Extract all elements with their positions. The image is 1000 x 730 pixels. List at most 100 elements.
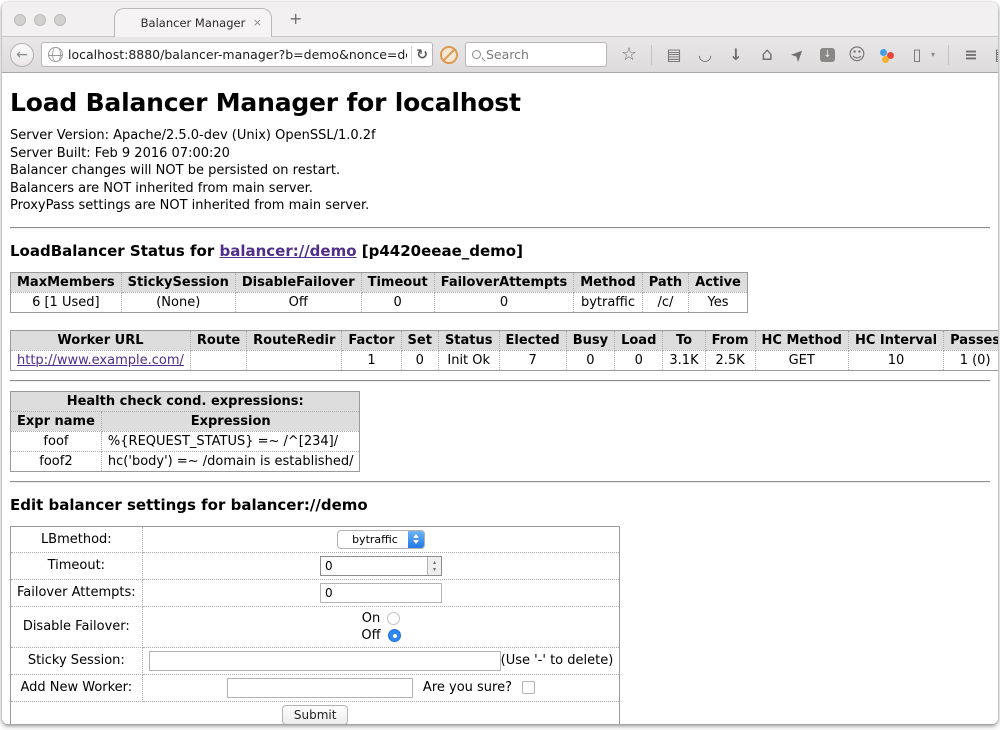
number-spinner-icon[interactable]: ▴▾ [427, 557, 441, 575]
submit-button[interactable]: Submit [282, 705, 349, 725]
cell-path: /c/ [642, 292, 688, 312]
cell-failoverattempts: 0 [434, 292, 574, 312]
navigation-toolbar: ← localhost:8880/balancer-manager?b=demo… [2, 37, 998, 73]
select-stepper-icon [408, 531, 424, 548]
tab-title: Balancer Manager [141, 16, 246, 30]
edit-balancer-heading: Edit balancer settings for balancer://de… [10, 496, 990, 514]
radio-on-label: On [362, 610, 380, 627]
cell-expression: %{REQUEST_STATUS} =~ /^[234]/ [101, 431, 360, 451]
separator [10, 380, 990, 382]
lbmethod-cell: bytraffic [142, 526, 620, 552]
col-header: Factor [342, 330, 401, 350]
back-button[interactable]: ← [10, 43, 34, 67]
timeout-input[interactable] [321, 557, 427, 575]
radio-off-label: Off [361, 627, 380, 644]
balancer-table-header-row: MaxMembers StickySession DisableFailover… [11, 272, 748, 292]
server-version: Server Version: Apache/2.5.0-dev (Unix) … [10, 127, 990, 145]
bookmark-star-icon[interactable]: ☆ [620, 47, 638, 63]
cell-active: Yes [689, 292, 748, 312]
page-content: Load Balancer Manager for localhost Serv… [2, 88, 998, 724]
close-window-button[interactable] [14, 14, 26, 26]
form-row-add-worker: Add New Worker: Are you sure? [11, 674, 620, 701]
radio-off[interactable] [388, 629, 401, 642]
search-bar[interactable]: Search [465, 42, 607, 67]
balancer-demo-link[interactable]: balancer://demo [219, 242, 356, 260]
reload-icon[interactable]: ↻ [416, 47, 428, 63]
form-row-timeout: Timeout: ▴▾ [11, 552, 620, 579]
sticky-session-label: Sticky Session: [11, 647, 143, 674]
persist-note: Balancer changes will NOT be persisted o… [10, 162, 990, 180]
health-table-title-row: Health check cond. expressions: [11, 391, 360, 411]
new-tab-button[interactable]: + [289, 11, 302, 27]
toolbar-separator [651, 45, 652, 65]
form-row-submit: Submit [11, 701, 620, 724]
pocket-icon[interactable]: ◡ [696, 47, 714, 63]
downloads-icon[interactable]: ↓ [727, 47, 745, 63]
hello-smiley-icon[interactable]: ☺ [848, 47, 866, 63]
are-you-sure-label: Are you sure? [423, 680, 512, 695]
panel-download-icon[interactable]: ↓ [820, 48, 835, 62]
worker-table-row: http://www.example.com/ 1 0 Init Ok 7 0 … [11, 350, 999, 370]
site-identity-globe-icon[interactable] [48, 47, 63, 62]
zoom-window-button[interactable] [54, 14, 66, 26]
status-heading-suffix: [p4420eeae_demo] [357, 242, 523, 260]
col-header: Passes [944, 330, 998, 350]
radio-on[interactable] [387, 612, 400, 625]
search-placeholder: Search [486, 47, 529, 62]
minimize-window-button[interactable] [34, 14, 46, 26]
home-icon[interactable]: ⌂ [758, 47, 776, 63]
grid-panel-icon[interactable]: ▦ [993, 47, 998, 63]
form-row-disable-failover: Disable Failover: On Off [11, 606, 620, 647]
col-header: Load [615, 330, 663, 350]
share-icon[interactable]: ➤ [786, 42, 810, 66]
balancer-status-table: MaxMembers StickySession DisableFailover… [10, 272, 748, 313]
cell-route [190, 350, 246, 370]
cell-expr-name: foof [11, 431, 102, 451]
firefox-hello-dots-icon[interactable] [879, 47, 895, 63]
cell-expression: hc('body') =~ /domain is established/ [101, 451, 360, 471]
cell-busy: 0 [566, 350, 614, 370]
health-check-table: Health check cond. expressions: Expr nam… [10, 391, 360, 472]
worker-url-link[interactable]: http://www.example.com/ [17, 353, 184, 368]
submit-cell: Submit [11, 701, 620, 724]
failover-attempts-input[interactable] [320, 583, 442, 603]
disable-failover-cell: On Off [142, 606, 620, 647]
battery-caret-icon[interactable]: ▾ [931, 50, 935, 59]
lbmethod-selected-value: bytraffic [338, 531, 408, 548]
add-worker-cell: Are you sure? [142, 674, 620, 701]
cell-load: 0 [615, 350, 663, 370]
url-separator [411, 46, 412, 64]
are-you-sure-checkbox[interactable] [522, 681, 535, 694]
cell-timeout: 0 [361, 292, 434, 312]
cell-method: bytraffic [574, 292, 642, 312]
tab-bar: Balancer Manager × + [2, 2, 998, 37]
col-header: Set [401, 330, 438, 350]
col-header: MaxMembers [11, 272, 122, 292]
worker-table-header-row: Worker URL Route RouteRedir Factor Set S… [11, 330, 999, 350]
health-table-row: foof2 hc('body') =~ /domain is establish… [11, 451, 360, 471]
tab-balancer-manager[interactable]: Balancer Manager × [114, 8, 272, 37]
window-controls [14, 14, 66, 26]
menu-hamburger-icon[interactable]: ≡ [962, 47, 980, 63]
reading-list-icon[interactable]: ▤ [665, 47, 683, 63]
cell-factor: 1 [342, 350, 401, 370]
url-bar[interactable]: localhost:8880/balancer-manager?b=demo&n… [41, 42, 433, 67]
col-header: From [705, 330, 755, 350]
cell-stickysession: (None) [121, 292, 235, 312]
failover-attempts-label: Failover Attempts: [11, 579, 143, 606]
disable-failover-label: Disable Failover: [11, 606, 143, 647]
sticky-session-input[interactable] [149, 651, 501, 671]
battery-icon[interactable]: ▯ [908, 47, 926, 63]
col-header: Method [574, 272, 642, 292]
lbmethod-select[interactable]: bytraffic [337, 530, 425, 549]
content-blocked-icon[interactable] [440, 46, 458, 64]
cell-maxmembers: 6 [1 Used] [11, 292, 122, 312]
col-header: Elected [499, 330, 566, 350]
url-text[interactable]: localhost:8880/balancer-manager?b=demo&n… [68, 47, 407, 62]
worker-table: Worker URL Route RouteRedir Factor Set S… [10, 330, 998, 371]
cell-hc-method: GET [755, 350, 848, 370]
cell-worker-url: http://www.example.com/ [11, 350, 191, 370]
close-tab-icon[interactable]: × [253, 16, 262, 29]
col-header: Expr name [11, 411, 102, 431]
add-worker-input[interactable] [227, 678, 413, 698]
